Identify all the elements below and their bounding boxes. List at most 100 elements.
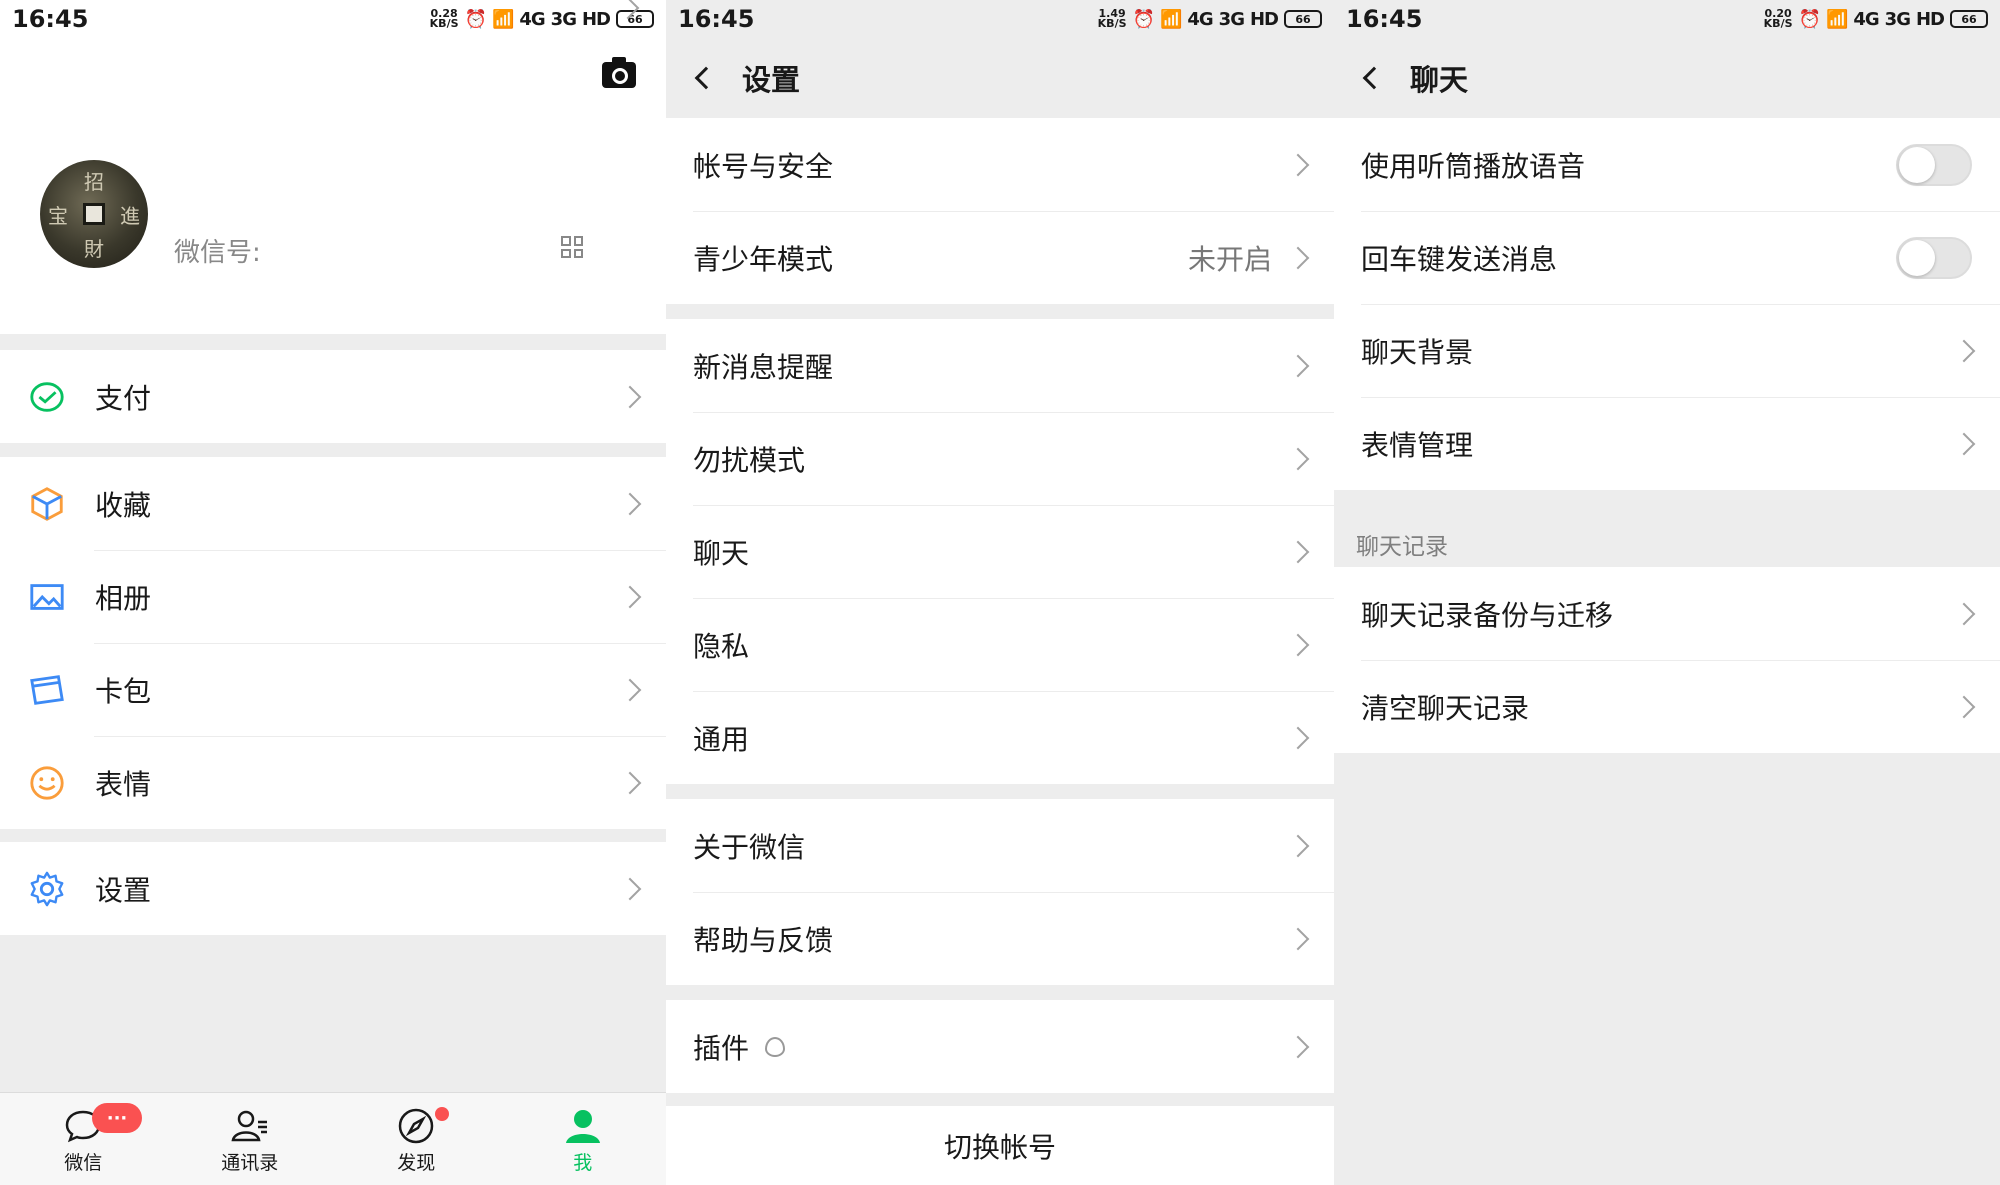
signal-4g-icon: 4G [1853,8,1879,30]
camera-icon[interactable] [602,57,636,88]
chevron-right-icon [1286,927,1310,950]
settings-item-about[interactable]: 关于微信 [666,799,1334,892]
hd-icon: HD [1915,8,1945,30]
chat-item-earpiece-voice: 使用听筒播放语音 [1334,118,2000,211]
chat-group-main: 使用听筒播放语音 回车键发送消息 聊天背景 表情管理 [1334,118,2000,490]
tab-chats[interactable]: ··· 微信 [0,1093,167,1185]
chevron-right-icon [1286,834,1310,857]
settings-item-chats[interactable]: 聊天 [666,505,1334,598]
settings-group-plugins: 插件 [666,1000,1334,1093]
status-time: 16:45 [1346,5,1423,33]
chevron-right-icon [1952,339,1976,362]
chevron-right-icon [1286,1035,1310,1058]
menu-item-pay[interactable]: 支付 [0,350,666,443]
bottom-tab-bar: ··· 微信 通讯录 发现 我 [0,1092,666,1185]
menu-item-favorites[interactable]: 收藏 [0,457,666,550]
favorites-group: 收藏 相册 卡包 表情 [0,457,666,829]
album-icon [27,577,67,617]
chevron-right-icon [1952,432,1976,455]
page-title: 设置 [742,63,801,97]
chat-item-sticker-management[interactable]: 表情管理 [1334,397,2000,490]
nav-bar: 设置 [666,38,1334,118]
settings-group-general: 新消息提醒 勿扰模式 聊天 隐私 通用 [666,319,1334,784]
unread-badge: ··· [92,1103,142,1133]
hd-icon: HD [581,8,611,30]
settings-item-plugins[interactable]: 插件 [666,1000,1334,1093]
discover-icon [399,1108,434,1144]
status-time: 16:45 [12,5,89,33]
signal-3g-icon: 3G [1884,8,1911,30]
page-title: 聊天 [1410,63,1469,97]
earpiece-voice-toggle[interactable] [1896,143,1972,186]
chevron-right-icon [1286,447,1310,470]
battery-icon: 66 [1950,10,1988,28]
chat-item-background[interactable]: 聊天背景 [1334,304,2000,397]
chevron-right-icon [618,678,642,701]
alarm-icon: ⏰ [464,8,487,30]
chat-group-history: 聊天记录备份与迁移 清空聊天记录 [1334,567,2000,753]
status-bar: 16:45 0.28 KB/S ⏰ 📶 4G 3G HD 66 [0,0,666,38]
chevron-right-icon [618,585,642,608]
menu-item-card-package[interactable]: 卡包 [0,643,666,736]
tab-discover[interactable]: 发现 [333,1093,500,1185]
chevron-right-icon [618,385,642,408]
favorites-icon [27,484,67,524]
nav-bar: 聊天 [1334,38,2000,118]
settings-item-do-not-disturb[interactable]: 勿扰模式 [666,412,1334,505]
settings-item-teen-mode[interactable]: 青少年模式 未开启 [666,211,1334,304]
pay-icon [27,377,67,417]
status-bar: 16:45 0.20 KB/S ⏰ 📶 4G 3G HD 66 [1334,0,2000,38]
section-title-chat-history: 聊天记录 [1356,534,1448,560]
qr-code-icon[interactable] [561,236,583,258]
settings-item-help-feedback[interactable]: 帮助与反馈 [666,892,1334,985]
chat-settings-screen: 16:45 0.20 KB/S ⏰ 📶 4G 3G HD 66 聊天 使用听筒播放… [1334,0,2000,1185]
sticker-icon [27,763,67,803]
teen-mode-status: 未开启 [1187,242,1272,276]
wifi-icon: 📶 [491,8,514,30]
status-bar: 16:45 1.49 KB/S ⏰ 📶 4G 3G HD 66 [666,0,1334,38]
back-arrow-icon[interactable] [694,66,718,90]
plugin-icon [765,1036,786,1057]
settings-item-account-security[interactable]: 帐号与安全 [666,118,1334,211]
alarm-icon: ⏰ [1132,8,1155,30]
switch-account-button[interactable]: 切换帐号 [666,1106,1334,1185]
alarm-icon: ⏰ [1798,8,1821,30]
net-speed: 1.49 KB/S [1097,7,1127,30]
avatar[interactable]: 招 宝 進 財 [40,160,148,268]
back-arrow-icon[interactable] [1362,66,1386,90]
menu-item-sticker[interactable]: 表情 [0,736,666,829]
gear-icon [27,869,67,909]
tab-contacts[interactable]: 通讯录 [167,1093,334,1185]
signal-4g-icon: 4G [519,8,545,30]
battery-icon: 66 [1284,10,1322,28]
menu-item-album[interactable]: 相册 [0,550,666,643]
settings-group-account: 帐号与安全 青少年模式 未开启 [666,118,1334,304]
chat-item-clear-history[interactable]: 清空聊天记录 [1334,660,2000,753]
chevron-right-icon [1286,540,1310,563]
status-time: 16:45 [678,5,755,33]
wifi-icon: 📶 [1159,8,1182,30]
chevron-right-icon [1286,246,1310,269]
contacts-icon [231,1110,267,1142]
net-speed: 0.20 KB/S [1763,7,1793,30]
enter-to-send-toggle[interactable] [1896,236,1972,279]
wechat-id-label: 微信号: [174,238,261,268]
settings-group-about: 关于微信 帮助与反馈 [666,799,1334,985]
settings-item-general[interactable]: 通用 [666,691,1334,784]
chevron-right-icon [1286,153,1310,176]
me-screen: 16:45 0.28 KB/S ⏰ 📶 4G 3G HD 66 招 宝 進 財 微… [0,0,666,1185]
menu-item-settings[interactable]: 设置 [0,842,666,935]
wifi-icon: 📶 [1825,8,1848,30]
signal-3g-icon: 3G [1218,8,1245,30]
settings-group: 设置 [0,842,666,935]
chevron-right-icon [618,877,642,900]
settings-item-privacy[interactable]: 隐私 [666,598,1334,691]
chevron-right-icon [1286,726,1310,749]
settings-item-notifications[interactable]: 新消息提醒 [666,319,1334,412]
chat-item-backup-migrate[interactable]: 聊天记录备份与迁移 [1334,567,2000,660]
profile-header[interactable]: 16:45 0.28 KB/S ⏰ 📶 4G 3G HD 66 招 宝 進 財 微… [0,0,666,334]
tab-me[interactable]: 我 [500,1093,667,1185]
settings-screen: 16:45 1.49 KB/S ⏰ 📶 4G 3G HD 66 设置 帐号与安全 … [666,0,1334,1185]
chevron-right-icon [1286,354,1310,377]
chevron-right-icon [618,771,642,794]
